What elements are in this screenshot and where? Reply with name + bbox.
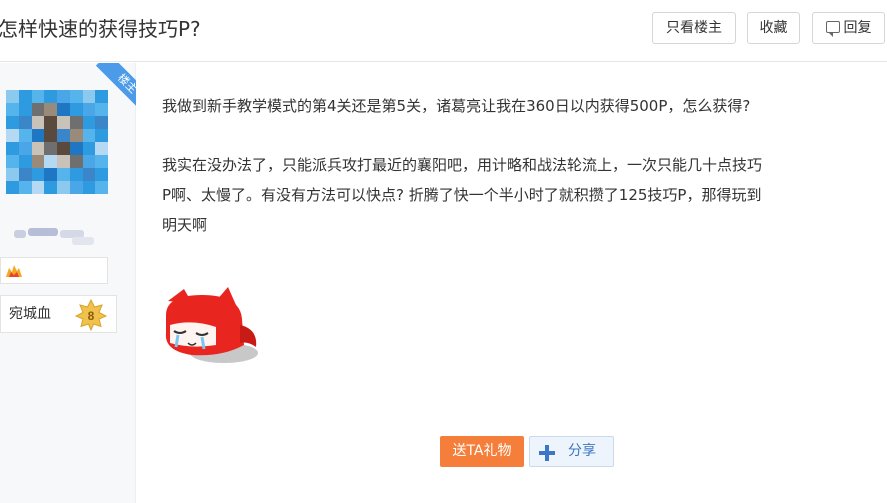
flame-badge-icon: [6, 265, 22, 277]
avatar-pixel: [57, 103, 70, 116]
only-op-button[interactable]: 只看楼主: [652, 12, 736, 44]
reply-label: 回复: [843, 20, 872, 36]
avatar-pixel: [18, 168, 32, 181]
avatar-pixel: [82, 103, 96, 116]
post-line: P啊、太慢了。有没有方法可以快点? 折腾了快一个半小时了就积攒了125技巧P，那…: [162, 186, 762, 204]
thread-header: 怎样快速的获得技巧P? 只看楼主 收藏 回复: [0, 0, 887, 62]
level-title: 宛城血: [9, 306, 51, 322]
avatar-pixel: [44, 90, 57, 103]
avatar-pixel: [31, 155, 45, 168]
avatar-pixel: [6, 155, 19, 168]
plus-share-icon: [539, 445, 555, 461]
avatar-pixel: [6, 181, 19, 194]
avatar-pixel: [18, 116, 32, 129]
avatar-pixel: [6, 103, 19, 116]
avatar-pixel: [95, 142, 108, 155]
avatar-pixel: [95, 129, 108, 142]
avatar-pixel: [95, 116, 108, 129]
avatar-pixel: [31, 129, 45, 142]
post-line: 我实在没办法了，只能派兵攻打最近的襄阳吧，用计略和战法轮流上，一次只能几十点技巧: [162, 156, 763, 174]
avatar-pixel: [82, 116, 96, 129]
share-label: 分享: [568, 443, 596, 459]
level-box[interactable]: 宛城血 8: [0, 295, 117, 333]
post-paragraph-2: 我实在没办法了，只能派兵攻打最近的襄阳吧，用计略和战法轮流上，一次只能几十点技巧…: [162, 150, 882, 240]
avatar-pixel: [57, 168, 70, 181]
avatar-pixel: [95, 168, 108, 181]
avatar-pixel: [82, 90, 96, 103]
red-fox-crying-emoji: [165, 287, 258, 363]
badge-box[interactable]: [0, 257, 108, 284]
reply-button[interactable]: 回复: [812, 12, 885, 44]
avatar-pixel: [82, 129, 96, 142]
avatar-pixel: [31, 142, 45, 155]
avatar-pixel: [44, 142, 57, 155]
avatar-pixel: [6, 142, 19, 155]
avatar-pixel: [69, 90, 83, 103]
post-paragraph-1: 我做到新手教学模式的第4关还是第5关，诸葛亮让我在360日以内获得500P，怎么…: [162, 97, 751, 115]
level-star-icon: 8: [75, 299, 107, 331]
avatar-pixel: [57, 116, 70, 129]
avatar[interactable]: [6, 90, 108, 194]
username-blurred[interactable]: [14, 224, 94, 245]
avatar-pixel: [57, 155, 70, 168]
reply-bubble-icon: [825, 21, 840, 37]
avatar-pixel: [69, 129, 83, 142]
avatar-pixel: [69, 116, 83, 129]
avatar-pixel: [95, 155, 108, 168]
post-line: 明天啊: [162, 216, 208, 234]
avatar-pixel: [44, 168, 57, 181]
avatar-pixel: [18, 155, 32, 168]
avatar-pixel: [44, 129, 57, 142]
share-button[interactable]: 分享: [529, 436, 614, 467]
avatar-pixel: [57, 129, 70, 142]
avatar-pixel: [31, 116, 45, 129]
avatar-pixel: [82, 168, 96, 181]
avatar-pixel: [31, 90, 45, 103]
avatar-pixel: [44, 116, 57, 129]
avatar-pixel: [44, 103, 57, 116]
avatar-pixel: [95, 90, 108, 103]
avatar-pixel: [18, 129, 32, 142]
avatar-pixel: [6, 90, 19, 103]
avatar-pixel: [82, 181, 96, 194]
level-number: 8: [88, 309, 95, 323]
avatar-pixel: [69, 181, 83, 194]
avatar-pixel: [31, 181, 45, 194]
avatar-pixel: [57, 142, 70, 155]
avatar-pixel: [57, 90, 70, 103]
avatar-pixel: [69, 155, 83, 168]
avatar-pixel: [18, 181, 32, 194]
send-gift-button[interactable]: 送TA礼物: [440, 436, 524, 467]
avatar-pixel: [6, 129, 19, 142]
avatar-pixel: [18, 90, 32, 103]
avatar-pixel: [69, 103, 83, 116]
avatar-pixel: [18, 142, 32, 155]
avatar-pixel: [44, 155, 57, 168]
avatar-pixel: [31, 168, 45, 181]
avatar-pixel: [95, 103, 108, 116]
avatar-pixel: [82, 142, 96, 155]
avatar-pixel: [69, 168, 83, 181]
avatar-pixel: [95, 181, 108, 194]
avatar-pixel: [31, 103, 45, 116]
avatar-pixel: [6, 168, 19, 181]
avatar-pixel: [57, 181, 70, 194]
favorite-button[interactable]: 收藏: [747, 12, 800, 44]
avatar-pixel: [69, 142, 83, 155]
avatar-pixel: [82, 155, 96, 168]
avatar-pixel: [18, 103, 32, 116]
thread-title: 怎样快速的获得技巧P?: [0, 17, 201, 41]
avatar-pixel: [6, 116, 19, 129]
avatar-pixel: [44, 181, 57, 194]
